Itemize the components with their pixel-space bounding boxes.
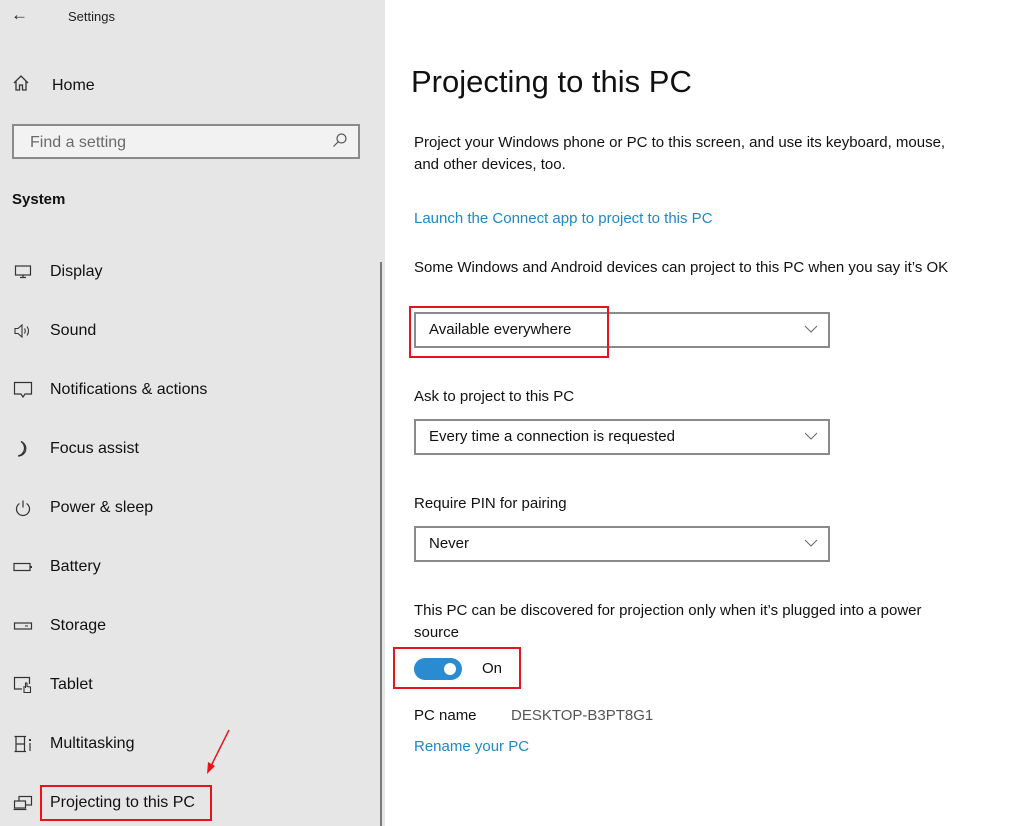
home-label: Home xyxy=(52,76,95,94)
chevron-down-icon xyxy=(804,325,818,333)
chevron-down-icon xyxy=(804,432,818,440)
sidebar-item-label: Power & sleep xyxy=(50,499,154,516)
annotation-box-projecting xyxy=(40,785,212,821)
sidebar-item-label: Multitasking xyxy=(50,735,135,752)
sidebar-scrollbar[interactable] xyxy=(380,262,382,826)
pin-label: Require PIN for pairing xyxy=(414,495,567,512)
ask-label: Ask to project to this PC xyxy=(414,388,575,405)
search-input[interactable] xyxy=(28,126,332,159)
sidebar-item-notifications[interactable]: Notifications & actions xyxy=(11,375,207,405)
sidebar-item-label: Focus assist xyxy=(50,440,139,457)
sidebar: ← Settings Home System Display Sound Not… xyxy=(0,0,385,826)
sidebar-item-label: Battery xyxy=(50,558,101,575)
sidebar-item-home[interactable]: Home xyxy=(12,74,95,97)
rename-pc-link[interactable]: Rename your PC xyxy=(414,738,529,755)
page-title: Projecting to this PC xyxy=(411,64,692,99)
sidebar-item-sound[interactable]: Sound xyxy=(11,316,96,346)
sidebar-item-focus-assist[interactable]: Focus assist xyxy=(11,434,139,464)
moon-icon xyxy=(11,439,35,459)
home-icon xyxy=(12,74,38,97)
power-source-label: This PC can be discovered for projection… xyxy=(414,602,922,641)
storage-icon xyxy=(11,616,35,636)
page-description: Project your Windows phone or PC to this… xyxy=(414,134,946,173)
sidebar-item-label: Storage xyxy=(50,617,107,634)
sidebar-item-label: Tablet xyxy=(50,676,93,693)
sidebar-item-label: Sound xyxy=(50,322,97,339)
search-icon[interactable] xyxy=(332,132,348,152)
multitasking-icon xyxy=(11,734,35,754)
title-bar: ← Settings xyxy=(0,0,385,34)
pc-name-label: PC name xyxy=(414,707,477,724)
sidebar-item-label: Display xyxy=(50,263,103,280)
display-icon xyxy=(11,262,35,282)
projecting-icon xyxy=(11,793,35,813)
chevron-down-icon xyxy=(804,539,818,547)
sound-icon xyxy=(11,321,35,341)
ask-value: Every time a connection is requested xyxy=(429,428,675,445)
sidebar-item-battery[interactable]: Battery xyxy=(11,552,101,582)
sidebar-item-label: Notifications & actions xyxy=(50,381,208,398)
availability-label: Some Windows and Android devices can pro… xyxy=(414,259,949,276)
pin-dropdown[interactable]: Never xyxy=(414,526,830,562)
ask-dropdown[interactable]: Every time a connection is requested xyxy=(414,419,830,455)
sidebar-item-multitasking[interactable]: Multitasking xyxy=(11,729,134,759)
launch-connect-link[interactable]: Launch the Connect app to project to thi… xyxy=(414,210,713,227)
search-box[interactable] xyxy=(12,124,360,159)
annotation-box-availability xyxy=(409,306,609,358)
annotation-arrow-icon xyxy=(207,729,230,774)
app-title: Settings xyxy=(68,9,115,24)
power-icon xyxy=(11,498,35,518)
annotation-box-toggle xyxy=(393,647,521,689)
sidebar-item-storage[interactable]: Storage xyxy=(11,611,106,641)
back-arrow-icon[interactable]: ← xyxy=(11,5,28,25)
sidebar-item-power-sleep[interactable]: Power & sleep xyxy=(11,493,153,523)
battery-icon xyxy=(11,557,35,577)
pin-value: Never xyxy=(429,535,470,552)
section-title-system: System xyxy=(12,191,66,208)
tablet-icon xyxy=(11,675,35,695)
sidebar-item-tablet[interactable]: Tablet xyxy=(11,670,93,700)
sidebar-item-display[interactable]: Display xyxy=(11,257,102,287)
pc-name-value: DESKTOP-B3PT8G1 xyxy=(511,707,654,724)
notifications-icon xyxy=(11,380,35,400)
